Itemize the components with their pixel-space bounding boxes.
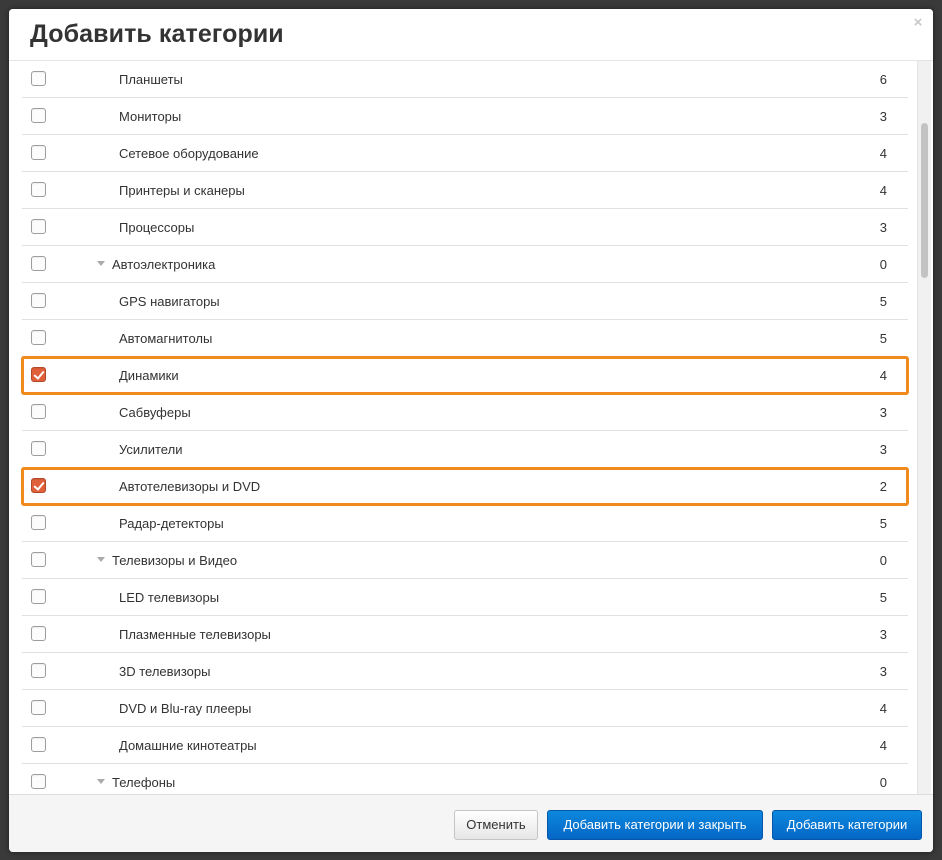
category-count: 6 xyxy=(879,72,887,87)
category-label: Автотелевизоры и DVD xyxy=(119,479,261,494)
category-label: Плазменные телевизоры xyxy=(119,627,271,642)
add-categories-button[interactable]: Добавить категории xyxy=(772,810,922,840)
category-row[interactable]: Автоэлектроника 0 xyxy=(22,246,908,283)
category-label: Сабвуферы xyxy=(119,405,191,420)
category-count: 5 xyxy=(879,590,887,605)
category-label: GPS навигаторы xyxy=(119,294,220,309)
category-label: Радар-детекторы xyxy=(119,516,224,531)
category-label: 3D телевизоры xyxy=(119,664,211,679)
category-row[interactable]: Сабвуферы 3 xyxy=(22,394,908,431)
category-row[interactable]: Радар-детекторы 5 xyxy=(22,505,908,542)
category-count: 5 xyxy=(879,516,887,531)
category-row[interactable]: 3D телевизоры 3 xyxy=(22,653,908,690)
category-count: 3 xyxy=(879,664,887,679)
category-row[interactable]: LED телевизоры 5 xyxy=(22,579,908,616)
category-label: Динамики xyxy=(119,368,179,383)
category-count: 0 xyxy=(879,775,887,790)
category-checkbox[interactable] xyxy=(31,626,46,641)
category-checkbox[interactable] xyxy=(31,515,46,530)
category-label: Планшеты xyxy=(119,72,183,87)
category-count: 0 xyxy=(879,553,887,568)
category-label: Мониторы xyxy=(119,109,182,124)
category-label: Телефоны xyxy=(112,775,176,790)
category-row[interactable]: Плазменные телевизоры 3 xyxy=(22,616,908,653)
caret-down-icon[interactable] xyxy=(97,779,105,784)
category-label: LED телевизоры xyxy=(119,590,220,605)
cancel-button[interactable]: Отменить xyxy=(454,810,538,840)
category-checkbox[interactable] xyxy=(31,737,46,752)
category-list-container[interactable]: Планшеты 6 Мониторы 3 Сетевое оборудование 4 П… xyxy=(9,61,933,801)
category-row[interactable]: Мониторы 3 xyxy=(22,98,908,135)
category-checkbox[interactable] xyxy=(31,71,46,86)
category-row[interactable]: Сетевое оборудование 4 xyxy=(22,135,908,172)
dialog-footer: Отменить Добавить категории и закрыть До… xyxy=(9,794,933,852)
category-count: 4 xyxy=(879,368,887,383)
category-checkbox[interactable] xyxy=(31,700,46,715)
category-row[interactable]: Автотелевизоры и DVD 2 xyxy=(21,467,909,506)
category-checkbox[interactable] xyxy=(31,589,46,604)
category-count: 3 xyxy=(879,109,887,124)
category-checkbox[interactable] xyxy=(31,108,46,123)
category-checkbox[interactable] xyxy=(31,441,46,456)
caret-down-icon[interactable] xyxy=(97,261,105,266)
category-checkbox[interactable] xyxy=(31,663,46,678)
category-count: 5 xyxy=(879,294,887,309)
category-count: 3 xyxy=(879,220,887,235)
category-checkbox[interactable] xyxy=(31,219,46,234)
category-count: 4 xyxy=(879,183,887,198)
category-label: Автомагнитолы xyxy=(119,331,213,346)
category-row[interactable]: GPS навигаторы 5 xyxy=(22,283,908,320)
category-row[interactable]: Автомагнитолы 5 xyxy=(22,320,908,357)
category-label: Телевизоры и Видео xyxy=(112,553,238,568)
category-row[interactable]: Динамики 4 xyxy=(21,356,909,395)
category-count: 5 xyxy=(879,331,887,346)
add-categories-dialog: Добавить категории × Планшеты 6 Мониторы 3 С… xyxy=(9,9,933,852)
category-count: 3 xyxy=(879,405,887,420)
category-checkbox[interactable] xyxy=(31,256,46,271)
category-checkbox[interactable] xyxy=(31,145,46,160)
add-and-close-button[interactable]: Добавить категории и закрыть xyxy=(547,810,763,840)
category-list: Планшеты 6 Мониторы 3 Сетевое оборудование 4 П… xyxy=(21,61,909,801)
close-icon[interactable]: × xyxy=(911,15,925,30)
category-label: Процессоры xyxy=(119,220,195,235)
category-count: 3 xyxy=(879,442,887,457)
category-label: Усилители xyxy=(119,442,183,457)
dialog-title: Добавить категории xyxy=(30,20,284,48)
category-count: 4 xyxy=(879,738,887,753)
category-count: 3 xyxy=(879,627,887,642)
category-checkbox[interactable] xyxy=(31,404,46,419)
category-row[interactable]: Планшеты 6 xyxy=(22,61,908,98)
category-checkbox[interactable] xyxy=(31,367,46,382)
category-label: Автоэлектроника xyxy=(112,257,216,272)
category-checkbox[interactable] xyxy=(31,182,46,197)
category-count: 2 xyxy=(879,479,887,494)
scrollbar[interactable] xyxy=(917,61,931,801)
category-label: Принтеры и сканеры xyxy=(119,183,245,198)
category-count: 4 xyxy=(879,701,887,716)
category-checkbox[interactable] xyxy=(31,552,46,567)
category-row[interactable]: Процессоры 3 xyxy=(22,209,908,246)
category-label: Сетевое оборудование xyxy=(119,146,259,161)
scrollbar-thumb[interactable] xyxy=(921,123,928,278)
category-label: Домашние кинотеатры xyxy=(119,738,257,753)
category-row[interactable]: Усилители 3 xyxy=(22,431,908,468)
category-count: 4 xyxy=(879,146,887,161)
category-label: DVD и Blu-ray плееры xyxy=(119,701,252,716)
category-row[interactable]: DVD и Blu-ray плееры 4 xyxy=(22,690,908,727)
dialog-header: Добавить категории × xyxy=(9,9,933,61)
category-checkbox[interactable] xyxy=(31,330,46,345)
category-row[interactable]: Принтеры и сканеры 4 xyxy=(22,172,908,209)
category-checkbox[interactable] xyxy=(31,478,46,493)
category-count: 0 xyxy=(879,257,887,272)
caret-down-icon[interactable] xyxy=(97,557,105,562)
category-checkbox[interactable] xyxy=(31,774,46,789)
category-row[interactable]: Телевизоры и Видео 0 xyxy=(22,542,908,579)
category-checkbox[interactable] xyxy=(31,293,46,308)
category-row[interactable]: Домашние кинотеатры 4 xyxy=(22,727,908,764)
